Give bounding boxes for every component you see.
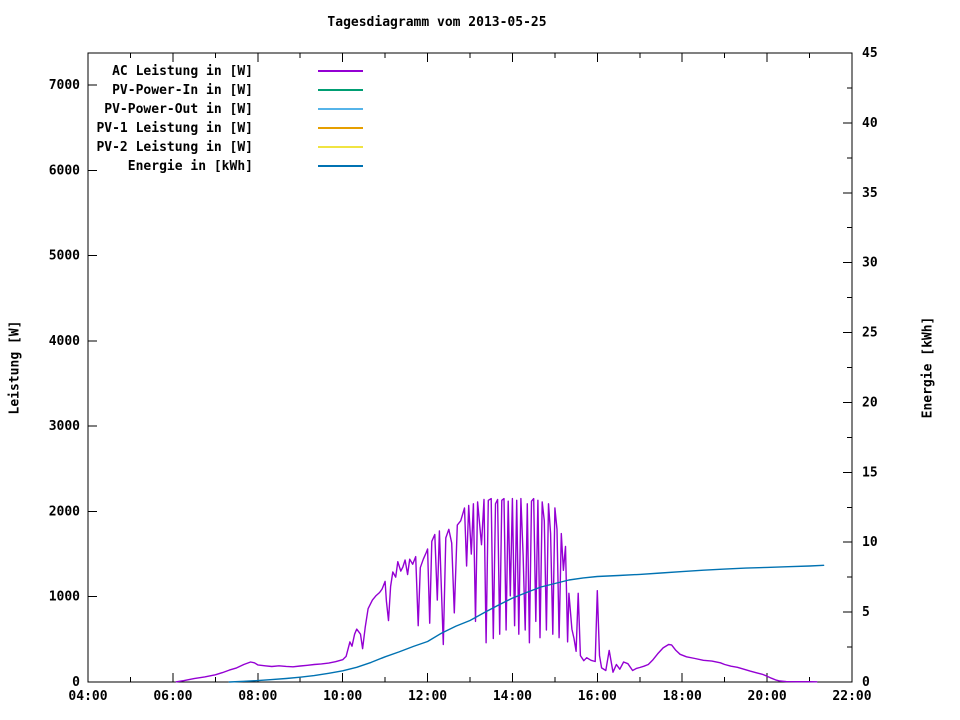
x-axis-tick-label: 16:00: [578, 689, 617, 704]
x-axis-tick-label: 12:00: [408, 689, 447, 704]
y-left-tick-label: 7000: [49, 78, 80, 93]
plot-border: [88, 53, 852, 682]
y-left-tick-label: 6000: [49, 163, 80, 178]
y-right-tick-label: 45: [862, 46, 878, 61]
y-right-tick-label: 30: [862, 256, 878, 271]
x-axis-tick-label: 04:00: [68, 689, 107, 704]
y-right-tick-label: 15: [862, 465, 878, 480]
y-right-tick-label: 0: [862, 675, 870, 690]
x-axis-tick-label: 14:00: [493, 689, 532, 704]
x-axis-tick-label: 20:00: [748, 689, 787, 704]
x-axis-tick-label: 08:00: [238, 689, 277, 704]
y-right-tick-label: 10: [862, 535, 878, 550]
y-left-tick-label: 1000: [49, 590, 80, 605]
y-right-tick-label: 5: [862, 605, 870, 620]
plot-area: 04:00 06:00 08:00 10:00 12:00 14:00 16:00 18:00…: [0, 0, 960, 720]
y-right-tick-label: 35: [862, 186, 878, 201]
series-line-ac-leistung-in-w: [176, 499, 817, 682]
y-left-tick-label: 2000: [49, 504, 80, 519]
y-right-tick-label: 40: [862, 116, 878, 131]
chart-canvas: Tagesdiagramm vom 2013-05-25 Leistung [W…: [0, 0, 960, 720]
x-axis-tick-label: 18:00: [663, 689, 702, 704]
y-right-tick-label: 25: [862, 326, 878, 341]
x-axis-tick-label: 06:00: [153, 689, 192, 704]
y-left-tick-label: 0: [72, 675, 80, 690]
y-left-tick-label: 5000: [49, 249, 80, 264]
y-right-tick-label: 20: [862, 395, 878, 410]
x-axis-tick-label: 22:00: [832, 689, 871, 704]
y-left-tick-label: 4000: [49, 334, 80, 349]
x-axis-tick-label: 10:00: [323, 689, 362, 704]
y-left-tick-label: 3000: [49, 419, 80, 434]
